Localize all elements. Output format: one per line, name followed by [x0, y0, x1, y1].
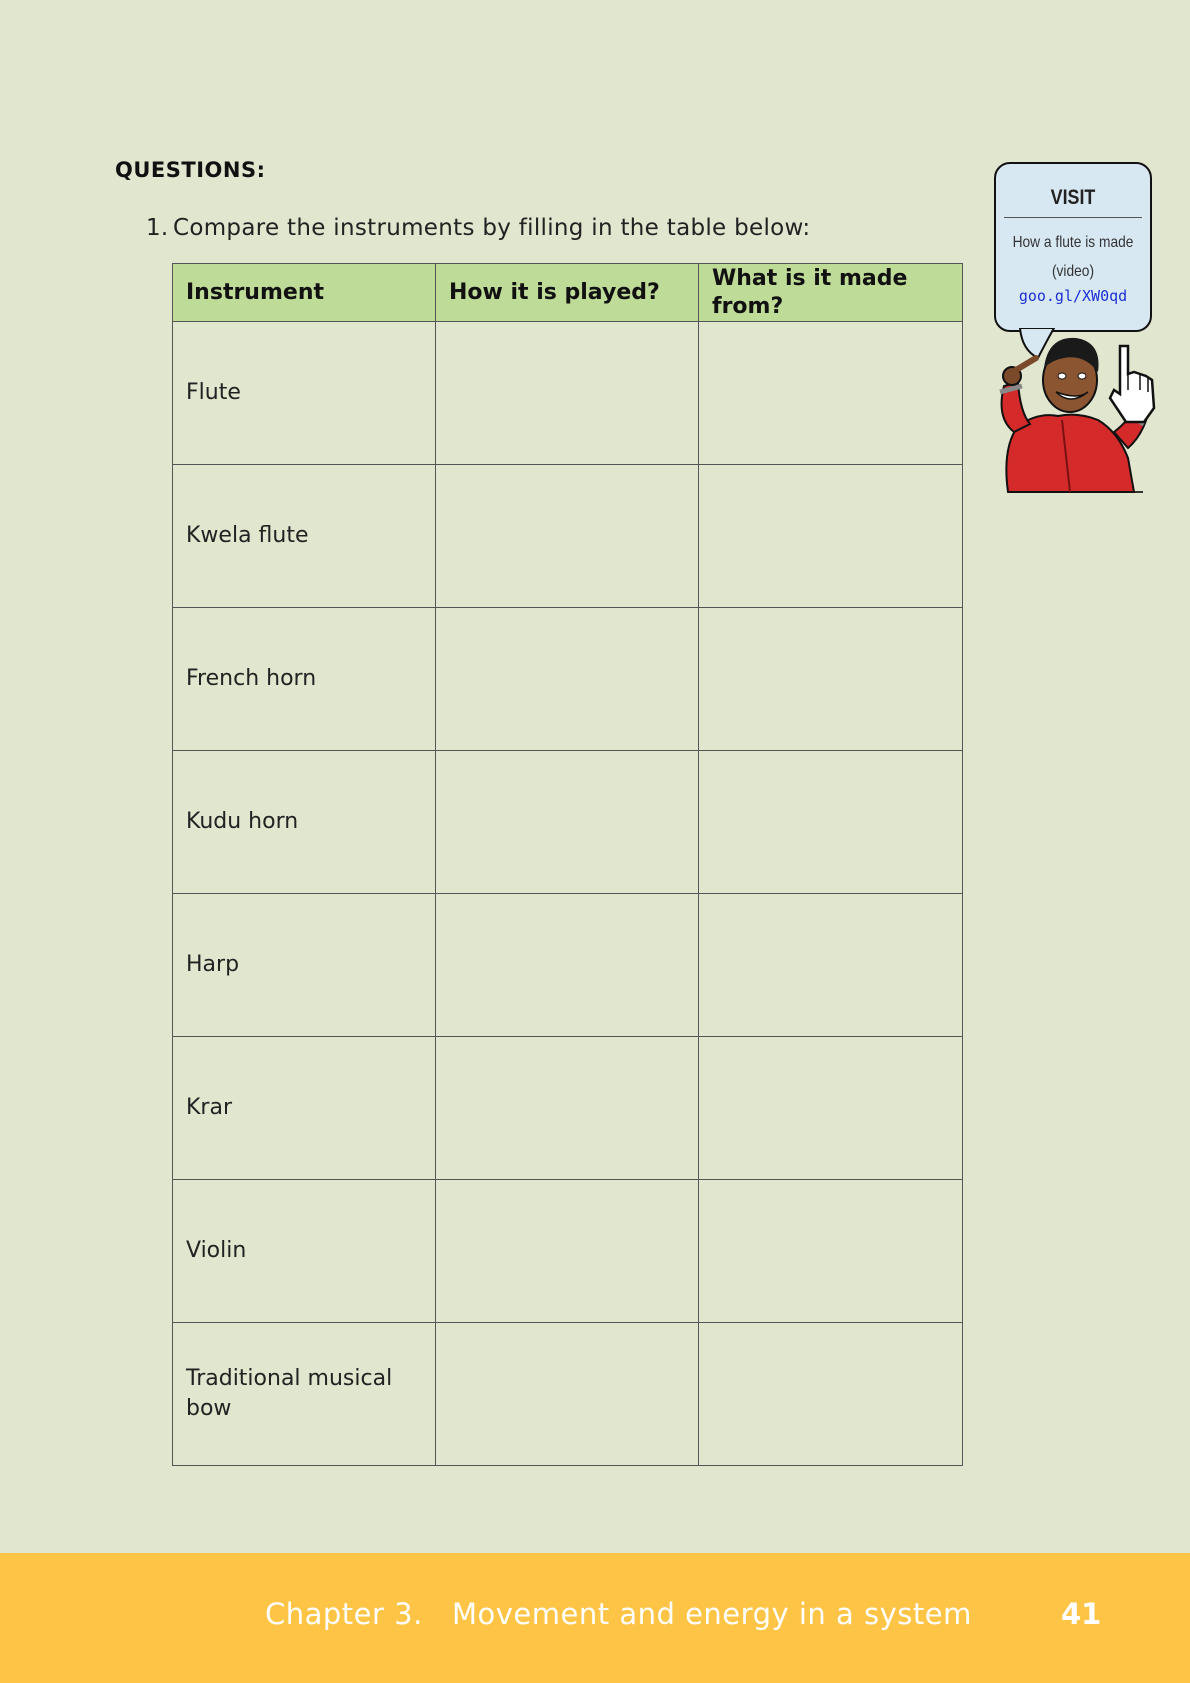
table-header-row: Instrument How it is played? What is it … [172, 263, 963, 322]
instrument-cell: Traditional musical bow [172, 1322, 436, 1466]
question-1: 1. Compare the instruments by filling in … [146, 215, 810, 241]
instrument-cell: Kudu horn [172, 750, 436, 894]
visit-title: VISIT [1050, 186, 1096, 209]
how-played-cell[interactable] [435, 464, 699, 608]
made-from-cell[interactable] [698, 1179, 963, 1323]
how-played-cell[interactable] [435, 893, 699, 1037]
made-from-cell[interactable] [698, 893, 963, 1037]
made-from-cell[interactable] [698, 1322, 963, 1466]
table-row: Violin [172, 1179, 963, 1323]
visit-speech-bubble: VISIT How a flute is made (video) goo.gl… [994, 162, 1152, 332]
table-row: Kwela flute [172, 464, 963, 608]
instrument-cell: French horn [172, 607, 436, 751]
instrument-cell: Flute [172, 321, 436, 465]
table-row: Traditional musical bow [172, 1322, 963, 1466]
page-number: 41 [1061, 1597, 1102, 1631]
how-played-cell[interactable] [435, 607, 699, 751]
how-played-cell[interactable] [435, 1036, 699, 1180]
questions-heading: QUESTIONS: [115, 158, 266, 182]
instrument-table: Instrument How it is played? What is it … [172, 263, 963, 1466]
character-illustration [999, 328, 1156, 493]
made-from-cell[interactable] [698, 464, 963, 608]
visit-link[interactable]: goo.gl/XW0qd [996, 287, 1150, 305]
visit-description-line2: (video) [1051, 263, 1095, 280]
instrument-cell: Kwela flute [172, 464, 436, 608]
table-row: French horn [172, 607, 963, 751]
footer-chapter-title: Chapter 3. Movement and energy in a syst… [265, 1597, 972, 1631]
how-played-cell[interactable] [435, 1322, 699, 1466]
table-row: Flute [172, 321, 963, 465]
column-header-instrument: Instrument [172, 263, 436, 322]
visit-divider [1004, 217, 1142, 218]
made-from-cell[interactable] [698, 607, 963, 751]
visit-description-line1: How a flute is made [1012, 234, 1134, 251]
page-footer: Chapter 3. Movement and energy in a syst… [0, 1553, 1190, 1683]
made-from-cell[interactable] [698, 321, 963, 465]
column-header-how-played: How it is played? [435, 263, 699, 322]
made-from-cell[interactable] [698, 750, 963, 894]
visit-description: How a flute is made (video) [1007, 228, 1139, 286]
table-row: Krar [172, 1036, 963, 1180]
instrument-cell: Krar [172, 1036, 436, 1180]
question-text: Compare the instruments by filling in th… [173, 215, 811, 241]
pointer-hand-icon [1108, 344, 1156, 424]
table-row: Kudu horn [172, 750, 963, 894]
column-header-made-from: What is it made from? [698, 263, 963, 322]
instrument-cell: Harp [172, 893, 436, 1037]
made-from-cell[interactable] [698, 1036, 963, 1180]
question-number: 1. [146, 215, 169, 241]
instrument-cell: Violin [172, 1179, 436, 1323]
how-played-cell[interactable] [435, 750, 699, 894]
table-row: Harp [172, 893, 963, 1037]
how-played-cell[interactable] [435, 321, 699, 465]
visit-callout: VISIT How a flute is made (video) goo.gl… [978, 160, 1178, 495]
how-played-cell[interactable] [435, 1179, 699, 1323]
